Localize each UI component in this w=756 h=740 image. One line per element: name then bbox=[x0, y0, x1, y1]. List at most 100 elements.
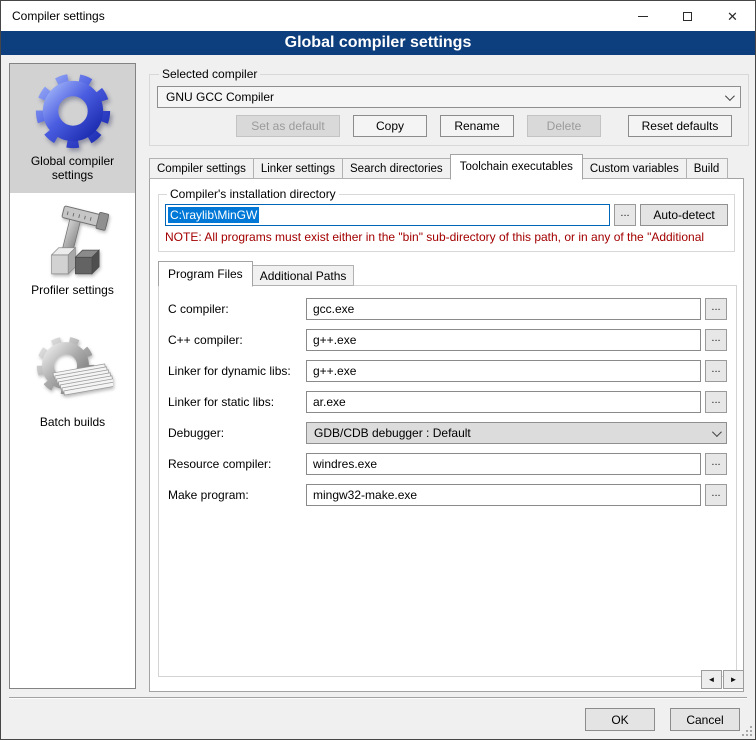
resource-compiler-input[interactable]: windres.exe bbox=[306, 453, 701, 475]
tab-label: Linker settings bbox=[261, 163, 335, 175]
delete-button[interactable]: Delete bbox=[527, 115, 601, 137]
sidebar-item-label: Batch builds bbox=[40, 415, 105, 429]
close-icon: ✕ bbox=[727, 10, 738, 23]
sidebar-item-profiler-settings[interactable]: Profiler settings bbox=[10, 199, 135, 307]
set-as-default-button[interactable]: Set as default bbox=[236, 115, 340, 137]
cpp-compiler-input[interactable]: g++.exe bbox=[306, 329, 701, 351]
field-label: Make program: bbox=[168, 488, 306, 502]
ok-button[interactable]: OK bbox=[585, 708, 655, 731]
tab-label: Build bbox=[694, 163, 720, 175]
form-row: C++ compiler: g++.exe ... bbox=[168, 329, 727, 351]
field-label: C++ compiler: bbox=[168, 333, 306, 347]
sidebar-item-batch-builds[interactable]: Batch builds bbox=[10, 327, 135, 439]
selected-text: C:\raylib\MinGW bbox=[168, 207, 259, 223]
page-title: Global compiler settings bbox=[1, 31, 755, 55]
tab-custom-variables[interactable]: Custom variables bbox=[582, 158, 687, 179]
chevron-down-icon bbox=[712, 427, 722, 437]
field-value: gcc.exe bbox=[313, 302, 354, 316]
field-label: Debugger: bbox=[168, 426, 306, 440]
gear-icon bbox=[32, 70, 114, 152]
toolchain-tab-panel: Compiler's installation directory C:\ray… bbox=[149, 178, 744, 692]
installation-directory-input[interactable]: C:\raylib\MinGW bbox=[165, 204, 610, 226]
linker-static-browse-button[interactable]: ... bbox=[705, 391, 727, 413]
chevron-down-icon bbox=[725, 91, 735, 101]
form-row: Resource compiler: windres.exe ... bbox=[168, 453, 727, 475]
group-label: Compiler's installation directory bbox=[167, 187, 339, 201]
tab-label: Compiler settings bbox=[157, 163, 246, 175]
field-label: Resource compiler: bbox=[168, 457, 306, 471]
tab-scroll-right-button[interactable]: ► bbox=[723, 670, 744, 689]
compiler-select[interactable]: GNU GCC Compiler bbox=[157, 86, 741, 108]
compiler-select-value: GNU GCC Compiler bbox=[166, 90, 274, 104]
caliper-icon bbox=[35, 205, 111, 281]
tab-program-files[interactable]: Program Files bbox=[158, 261, 253, 287]
tab-build-options[interactable]: Build bbox=[686, 158, 728, 179]
program-files-panel: C compiler: gcc.exe ... C++ compiler: g+… bbox=[158, 285, 737, 677]
compiler-actions: Set as default Copy Rename Delete Reset … bbox=[157, 115, 741, 137]
minimize-button[interactable] bbox=[620, 1, 665, 31]
window-title: Compiler settings bbox=[1, 9, 620, 23]
field-value: g++.exe bbox=[313, 364, 356, 378]
right-arrow-icon: ► bbox=[730, 675, 738, 684]
form-row: Make program: mingw32-make.exe ... bbox=[168, 484, 727, 506]
compiler-settings-window: Compiler settings ✕ Global compiler sett… bbox=[0, 0, 756, 740]
installation-directory-group: Compiler's installation directory C:\ray… bbox=[158, 187, 735, 252]
tab-label: Custom variables bbox=[590, 163, 679, 175]
linker-dynamic-browse-button[interactable]: ... bbox=[705, 360, 727, 382]
minimize-icon bbox=[638, 16, 648, 17]
form-row: C compiler: gcc.exe ... bbox=[168, 298, 727, 320]
sidebar-item-label: Profiler settings bbox=[31, 283, 114, 297]
window-controls: ✕ bbox=[620, 1, 755, 31]
copy-button[interactable]: Copy bbox=[353, 115, 427, 137]
auto-detect-button[interactable]: Auto-detect bbox=[640, 204, 728, 226]
field-label: Linker for dynamic libs: bbox=[168, 364, 306, 378]
field-value: g++.exe bbox=[313, 333, 356, 347]
form-row: Linker for static libs: ar.exe ... bbox=[168, 391, 727, 413]
selected-compiler-group: Selected compiler GNU GCC Compiler Set a… bbox=[149, 67, 749, 146]
maximize-icon bbox=[683, 12, 692, 21]
window-titlebar: Compiler settings ✕ bbox=[1, 1, 755, 31]
tab-label: Program Files bbox=[168, 267, 243, 281]
field-label: C compiler: bbox=[168, 302, 306, 316]
batch-builds-gear-icon bbox=[33, 333, 113, 413]
resource-compiler-browse-button[interactable]: ... bbox=[705, 453, 727, 475]
tab-compiler-settings[interactable]: Compiler settings bbox=[149, 158, 254, 179]
sidebar-item-global-compiler-settings[interactable]: Global compiler settings bbox=[10, 64, 135, 193]
tab-label: Additional Paths bbox=[260, 269, 347, 283]
browse-directory-button[interactable]: ... bbox=[614, 204, 636, 226]
field-value: mingw32-make.exe bbox=[313, 488, 417, 502]
tab-label: Search directories bbox=[350, 163, 443, 175]
tab-scroll-controls: ◄ ► bbox=[701, 670, 744, 689]
resize-grip[interactable] bbox=[742, 726, 752, 736]
make-program-input[interactable]: mingw32-make.exe bbox=[306, 484, 701, 506]
tab-label: Toolchain executables bbox=[460, 161, 573, 173]
make-program-browse-button[interactable]: ... bbox=[705, 484, 727, 506]
cpp-compiler-browse-button[interactable]: ... bbox=[705, 329, 727, 351]
form-row: Linker for dynamic libs: g++.exe ... bbox=[168, 360, 727, 382]
main-content: Selected compiler GNU GCC Compiler Set a… bbox=[149, 55, 749, 692]
close-button[interactable]: ✕ bbox=[710, 1, 755, 31]
c-compiler-input[interactable]: gcc.exe bbox=[306, 298, 701, 320]
cancel-button[interactable]: Cancel bbox=[670, 708, 740, 731]
c-compiler-browse-button[interactable]: ... bbox=[705, 298, 727, 320]
reset-defaults-button[interactable]: Reset defaults bbox=[628, 115, 732, 137]
note-text: NOTE: All programs must exist either in … bbox=[165, 230, 728, 244]
tab-toolchain-executables[interactable]: Toolchain executables bbox=[450, 154, 583, 180]
linker-dynamic-libs-input[interactable]: g++.exe bbox=[306, 360, 701, 382]
debugger-select[interactable]: GDB/CDB debugger : Default bbox=[306, 422, 727, 444]
sidebar: Global compiler settings bbox=[9, 63, 136, 689]
group-label: Selected compiler bbox=[159, 67, 260, 81]
maximize-button[interactable] bbox=[665, 1, 710, 31]
program-files-tab-strip: Program Files Additional Paths C compile… bbox=[158, 261, 735, 677]
tab-scroll-left-button[interactable]: ◄ bbox=[701, 670, 722, 689]
rename-button[interactable]: Rename bbox=[440, 115, 514, 137]
tab-search-directories[interactable]: Search directories bbox=[342, 158, 451, 179]
footer-separator bbox=[9, 697, 747, 699]
sidebar-item-label: Global compiler settings bbox=[14, 154, 131, 183]
tab-linker-settings[interactable]: Linker settings bbox=[253, 158, 343, 179]
linker-static-libs-input[interactable]: ar.exe bbox=[306, 391, 701, 413]
field-label: Linker for static libs: bbox=[168, 395, 306, 409]
left-arrow-icon: ◄ bbox=[708, 675, 716, 684]
tab-additional-paths[interactable]: Additional Paths bbox=[252, 265, 355, 286]
main-tab-strip: Compiler settings Linker settings Search… bbox=[149, 154, 744, 692]
